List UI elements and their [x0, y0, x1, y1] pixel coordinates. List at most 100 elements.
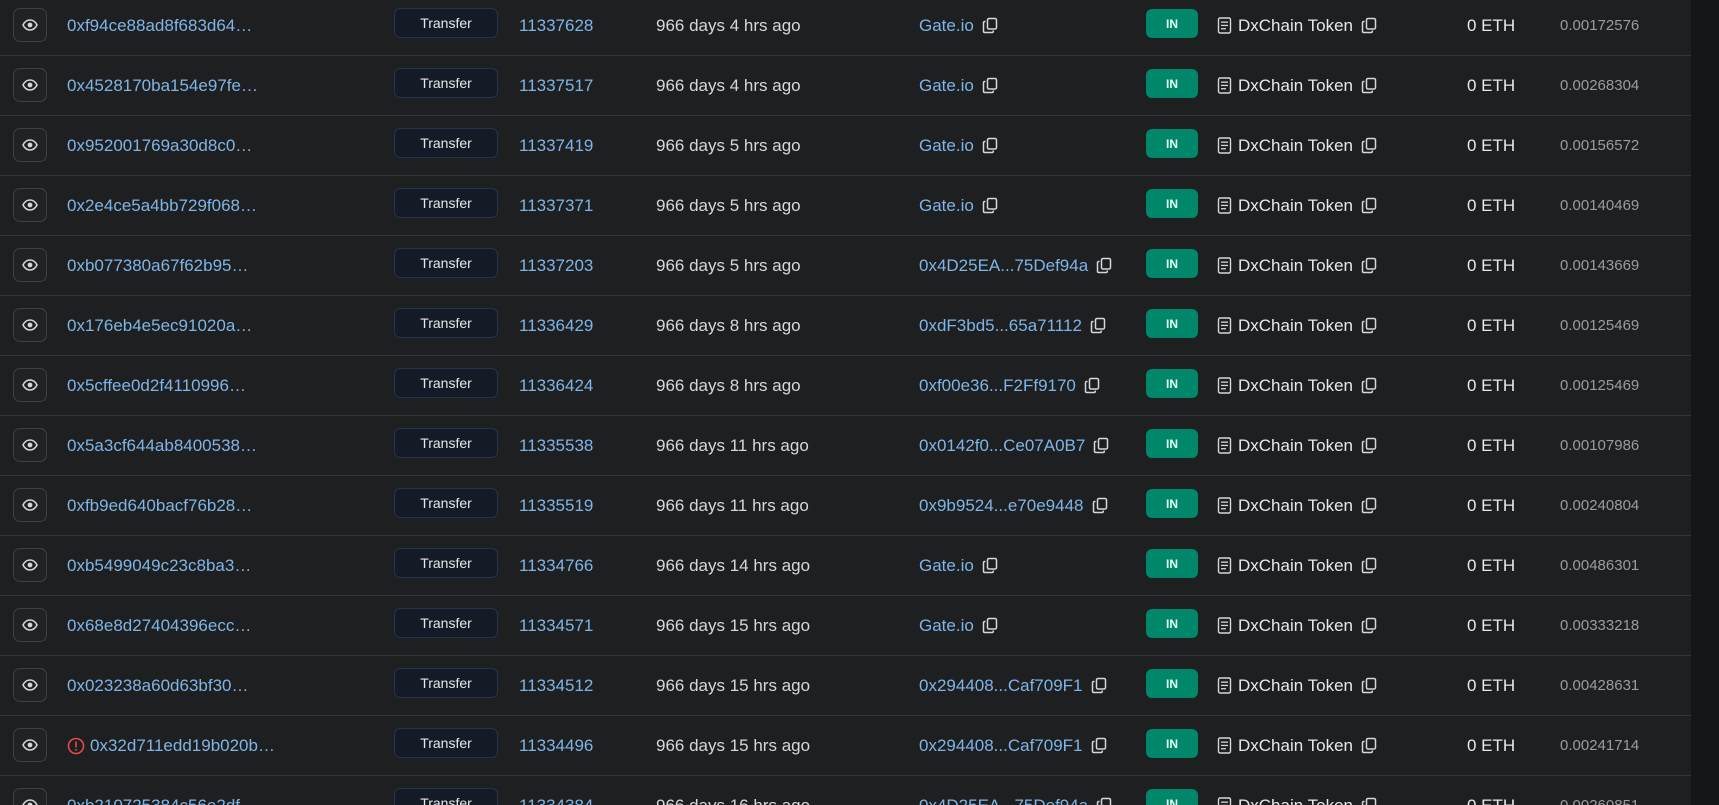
from-address-link[interactable]: 0xf00e36...F2Ff9170 — [919, 376, 1076, 396]
view-details-button[interactable] — [13, 248, 47, 282]
block-link[interactable]: 11334766 — [519, 536, 593, 595]
from-address-link[interactable]: 0x9b9524...e70e9448 — [919, 496, 1084, 516]
block-link[interactable]: 11337628 — [519, 0, 593, 55]
block-link[interactable]: 11336429 — [519, 296, 593, 355]
token-name-link[interactable]: DxChain Token — [1238, 796, 1353, 805]
token-name-link[interactable]: DxChain Token — [1238, 136, 1353, 156]
from-address-link[interactable]: Gate.io — [919, 76, 974, 96]
block-link[interactable]: 11334496 — [519, 716, 593, 775]
copy-icon[interactable] — [982, 557, 999, 574]
view-details-button[interactable] — [13, 128, 47, 162]
token-name-link[interactable]: DxChain Token — [1238, 16, 1353, 36]
txn-hash-link[interactable]: 0xb077380a67f62b95… — [67, 256, 249, 276]
block-link[interactable]: 11334571 — [519, 596, 593, 655]
txn-hash-link[interactable]: 0x5a3cf644ab8400538… — [67, 436, 257, 456]
txn-hash-link[interactable]: 0x176eb4e5ec91020a… — [67, 316, 252, 336]
token-name-link[interactable]: DxChain Token — [1238, 376, 1353, 396]
block-link[interactable]: 11337203 — [519, 236, 593, 295]
txn-hash-link[interactable]: 0x2e4ce5a4bb729f068… — [67, 196, 257, 216]
from-address-link[interactable]: 0x294408...Caf709F1 — [919, 736, 1083, 756]
copy-icon[interactable] — [982, 137, 999, 154]
table-row: 0x5a3cf644ab8400538… Transfer 11335538 9… — [0, 416, 1691, 476]
view-details-button[interactable] — [13, 548, 47, 582]
copy-icon[interactable] — [1092, 497, 1109, 514]
view-details-button[interactable] — [13, 8, 47, 42]
copy-icon[interactable] — [1361, 377, 1378, 394]
copy-icon[interactable] — [1361, 497, 1378, 514]
token-name-link[interactable]: DxChain Token — [1238, 196, 1353, 216]
block-link[interactable]: 11335538 — [519, 416, 593, 475]
copy-icon[interactable] — [982, 77, 999, 94]
from-address-link[interactable]: 0x294408...Caf709F1 — [919, 676, 1083, 696]
from-address-link[interactable]: 0xdF3bd5...65a71112 — [919, 316, 1082, 336]
txn-hash-link[interactable]: 0xb5499049c23c8ba3… — [67, 556, 251, 576]
copy-icon[interactable] — [1361, 557, 1378, 574]
copy-icon[interactable] — [1361, 257, 1378, 274]
from-address-link[interactable]: 0x0142f0...Ce07A0B7 — [919, 436, 1085, 456]
txn-hash-link[interactable]: 0x4528170ba154e97fe… — [67, 76, 258, 96]
txn-hash-link[interactable]: 0x68e8d27404396ecc… — [67, 616, 251, 636]
from-address-link[interactable]: Gate.io — [919, 136, 974, 156]
view-details-button[interactable] — [13, 308, 47, 342]
txn-hash-link[interactable]: 0x5cffee0d2f4110996… — [67, 376, 246, 396]
copy-icon[interactable] — [1090, 317, 1107, 334]
copy-icon[interactable] — [1093, 437, 1110, 454]
copy-icon[interactable] — [1361, 317, 1378, 334]
copy-icon[interactable] — [1091, 677, 1108, 694]
view-details-button[interactable] — [13, 788, 47, 805]
copy-icon[interactable] — [1361, 137, 1378, 154]
token-name-link[interactable]: DxChain Token — [1238, 496, 1353, 516]
token-name-link[interactable]: DxChain Token — [1238, 316, 1353, 336]
copy-icon[interactable] — [1361, 437, 1378, 454]
block-link[interactable]: 11337517 — [519, 56, 593, 115]
block-link[interactable]: 11334384 — [519, 776, 593, 805]
from-address-link[interactable]: Gate.io — [919, 556, 974, 576]
token-name-link[interactable]: DxChain Token — [1238, 676, 1353, 696]
copy-icon[interactable] — [1361, 737, 1378, 754]
copy-icon[interactable] — [982, 617, 999, 634]
block-link[interactable]: 11337371 — [519, 176, 593, 235]
view-details-button[interactable] — [13, 68, 47, 102]
view-details-button[interactable] — [13, 668, 47, 702]
from-address-link[interactable]: Gate.io — [919, 616, 974, 636]
view-details-button[interactable] — [13, 428, 47, 462]
copy-icon[interactable] — [1361, 197, 1378, 214]
block-link[interactable]: 11337419 — [519, 116, 593, 175]
view-details-button[interactable] — [13, 188, 47, 222]
copy-icon[interactable] — [1096, 257, 1113, 274]
copy-icon[interactable] — [1361, 617, 1378, 634]
copy-icon[interactable] — [1361, 17, 1378, 34]
view-details-button[interactable] — [13, 488, 47, 522]
block-link[interactable]: 11335519 — [519, 476, 593, 535]
token-name-link[interactable]: DxChain Token — [1238, 556, 1353, 576]
from-address-link[interactable]: 0x4D25EA...75Def94a — [919, 256, 1088, 276]
token-name-link[interactable]: DxChain Token — [1238, 436, 1353, 456]
from-address-link[interactable]: Gate.io — [919, 16, 974, 36]
txn-hash-link[interactable]: 0xfb9ed640bacf76b28… — [67, 496, 252, 516]
copy-icon[interactable] — [982, 197, 999, 214]
copy-icon[interactable] — [1096, 797, 1113, 805]
block-link[interactable]: 11334512 — [519, 656, 593, 715]
txn-hash-link[interactable]: 0x32d711edd19b020b… — [90, 736, 275, 756]
copy-icon[interactable] — [1091, 737, 1108, 754]
token-name-link[interactable]: DxChain Token — [1238, 616, 1353, 636]
token-name-link[interactable]: DxChain Token — [1238, 76, 1353, 96]
copy-icon[interactable] — [982, 17, 999, 34]
txn-hash-link[interactable]: 0x952001769a30d8c0… — [67, 136, 252, 156]
from-address-link[interactable]: Gate.io — [919, 196, 974, 216]
block-link[interactable]: 11336424 — [519, 356, 593, 415]
view-details-button[interactable] — [13, 728, 47, 762]
view-details-button[interactable] — [13, 368, 47, 402]
txn-hash-link[interactable]: 0xb210725384c56e2df… — [67, 796, 257, 805]
copy-icon[interactable] — [1361, 797, 1378, 805]
token-name-link[interactable]: DxChain Token — [1238, 256, 1353, 276]
copy-icon[interactable] — [1361, 677, 1378, 694]
from-address-link[interactable]: 0x4D25EA...75Def94a — [919, 796, 1088, 805]
copy-icon[interactable] — [1084, 377, 1101, 394]
token-name-link[interactable]: DxChain Token — [1238, 736, 1353, 756]
scrollbar-track[interactable] — [1691, 0, 1719, 805]
copy-icon[interactable] — [1361, 77, 1378, 94]
view-details-button[interactable] — [13, 608, 47, 642]
txn-hash-link[interactable]: 0x023238a60d63bf30… — [67, 676, 249, 696]
txn-hash-link[interactable]: 0xf94ce88ad8f683d64… — [67, 16, 252, 36]
